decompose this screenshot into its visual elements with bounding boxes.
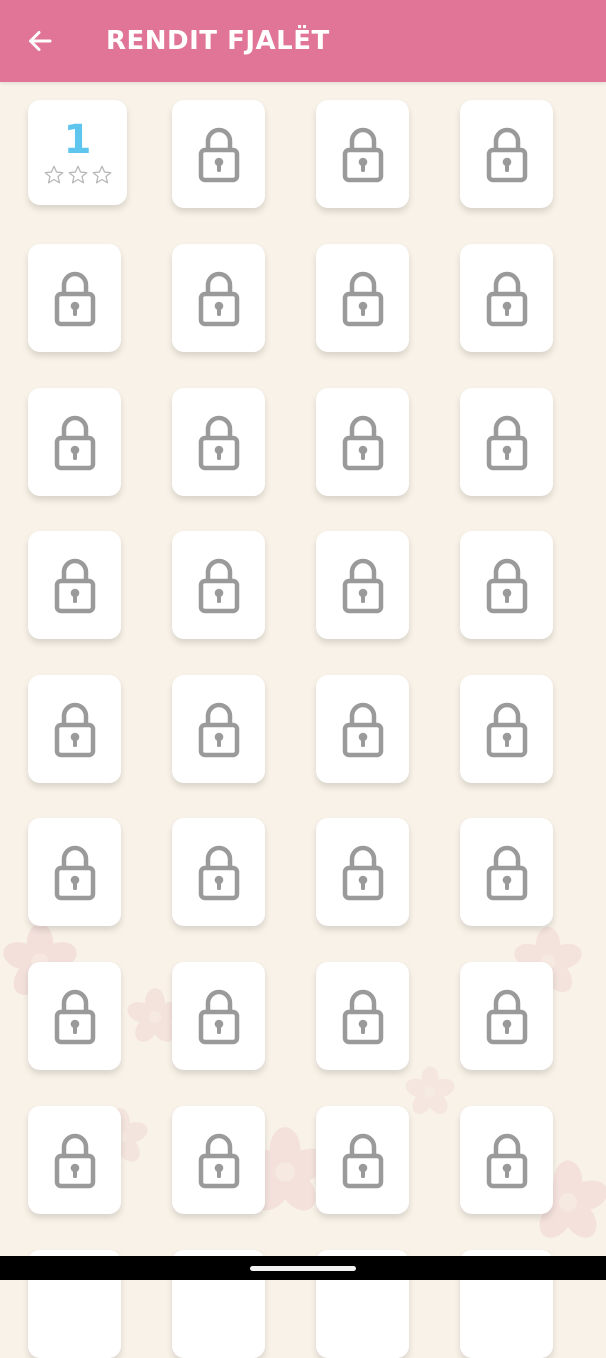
- lock-icon: [486, 702, 527, 758]
- level-tile-locked[interactable]: [316, 388, 409, 496]
- lock-icon: [342, 271, 383, 327]
- lock-icon: [486, 845, 527, 901]
- level-tile-locked[interactable]: [460, 531, 553, 639]
- level-tile-locked[interactable]: [316, 818, 409, 926]
- level-tile-locked[interactable]: [28, 818, 121, 926]
- level-tile-locked[interactable]: [28, 675, 121, 783]
- home-gesture-handle[interactable]: [250, 1266, 356, 1271]
- lock-icon: [486, 558, 527, 614]
- level-tile-locked[interactable]: [172, 244, 265, 352]
- level-tile-locked[interactable]: [460, 962, 553, 1070]
- lock-icon: [198, 415, 239, 471]
- lock-icon: [54, 271, 95, 327]
- level-tile-locked[interactable]: [28, 531, 121, 639]
- star-empty-icon: [44, 165, 63, 184]
- level-tile-locked[interactable]: [172, 962, 265, 1070]
- lock-icon: [486, 989, 527, 1045]
- level-tile-locked[interactable]: [172, 675, 265, 783]
- level-tile-locked[interactable]: [316, 962, 409, 1070]
- star-empty-icon: [92, 165, 111, 184]
- lock-icon: [198, 558, 239, 614]
- arrow-left-icon: [29, 31, 52, 51]
- level-number: 1: [63, 117, 92, 163]
- lock-icon: [342, 127, 383, 183]
- level-tile-locked[interactable]: [28, 388, 121, 496]
- lock-icon: [342, 1133, 383, 1189]
- level-tile-1[interactable]: 1: [28, 100, 127, 205]
- level-tile-locked[interactable]: [316, 675, 409, 783]
- lock-icon: [486, 271, 527, 327]
- level-tile-locked[interactable]: [28, 962, 121, 1070]
- level-tile-locked[interactable]: [316, 100, 409, 208]
- lock-icon: [198, 845, 239, 901]
- star-rating: [43, 164, 113, 186]
- level-tile-locked[interactable]: [172, 388, 265, 496]
- star-empty-icon: [68, 165, 87, 184]
- lock-icon: [54, 415, 95, 471]
- lock-icon: [54, 989, 95, 1045]
- lock-icon: [342, 415, 383, 471]
- lock-icon: [54, 702, 95, 758]
- lock-icon: [342, 989, 383, 1045]
- lock-icon: [54, 1133, 95, 1189]
- app-bar: RENDIT FJALËT: [0, 0, 606, 82]
- lock-icon: [486, 127, 527, 183]
- lock-icon: [198, 1133, 239, 1189]
- level-tile-locked[interactable]: [316, 531, 409, 639]
- level-tile-locked[interactable]: [460, 1106, 553, 1214]
- lock-icon: [486, 1133, 527, 1189]
- level-tile-locked[interactable]: [460, 818, 553, 926]
- level-tile-locked[interactable]: [28, 1106, 121, 1214]
- lock-icon: [54, 845, 95, 901]
- level-tile-locked[interactable]: [460, 100, 553, 208]
- level-grid: 1: [0, 0, 606, 1358]
- lock-icon: [198, 989, 239, 1045]
- system-navigation-bar: [0, 1256, 606, 1280]
- page-title: RENDIT FJALËT: [106, 26, 330, 56]
- level-tile-locked[interactable]: [172, 1106, 265, 1214]
- lock-icon: [198, 127, 239, 183]
- level-tile-locked[interactable]: [316, 1106, 409, 1214]
- lock-icon: [54, 558, 95, 614]
- lock-icon: [198, 702, 239, 758]
- level-tile-locked[interactable]: [172, 818, 265, 926]
- level-tile-locked[interactable]: [172, 100, 265, 208]
- back-button[interactable]: [22, 23, 58, 59]
- lock-icon: [342, 558, 383, 614]
- level-tile-locked[interactable]: [316, 244, 409, 352]
- level-tile-locked[interactable]: [460, 675, 553, 783]
- level-tile-locked[interactable]: [28, 244, 121, 352]
- lock-icon: [486, 415, 527, 471]
- lock-icon: [198, 271, 239, 327]
- level-tile-locked[interactable]: [460, 388, 553, 496]
- level-tile-locked[interactable]: [460, 244, 553, 352]
- lock-icon: [342, 845, 383, 901]
- lock-icon: [342, 702, 383, 758]
- level-tile-locked[interactable]: [172, 531, 265, 639]
